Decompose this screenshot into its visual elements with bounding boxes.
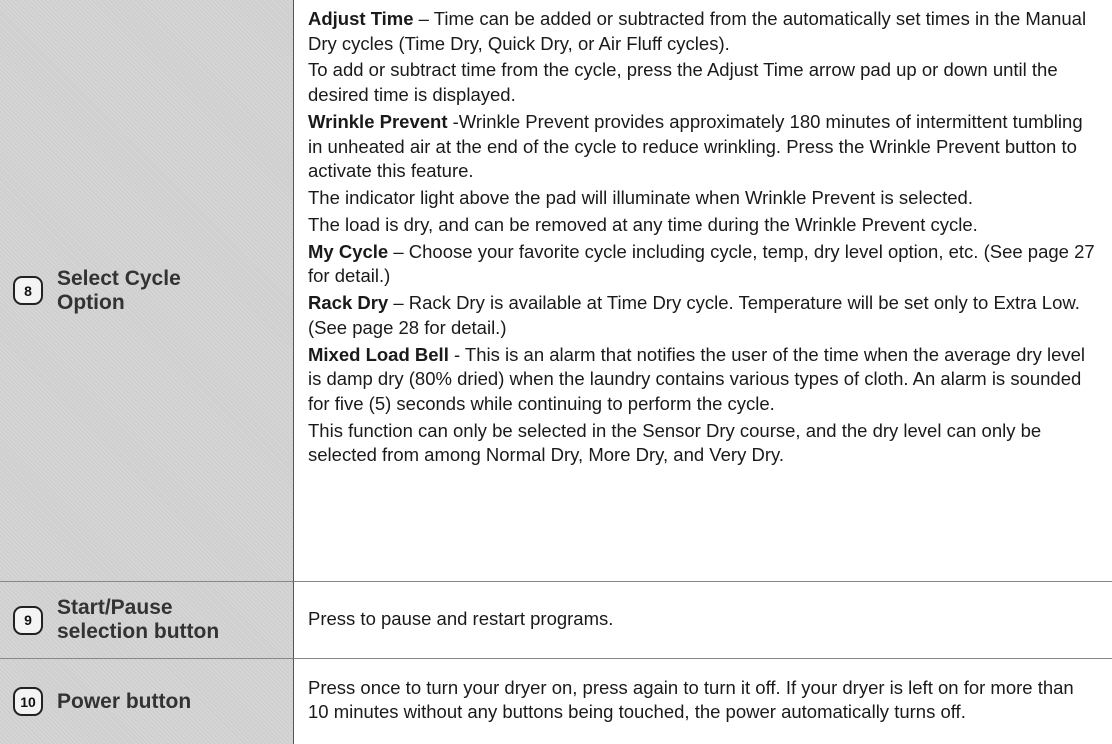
paragraph-text: Press once to turn your dryer on, press …	[308, 676, 1074, 723]
paragraph-text: – Choose your favorite cycle including c…	[308, 240, 1095, 287]
paragraph: The indicator light above the pad will i…	[308, 186, 1098, 211]
paragraph: Press to pause and restart programs.	[308, 607, 1098, 632]
paragraph-text: The indicator light above the pad will i…	[308, 187, 973, 209]
label-line: Power button	[57, 689, 192, 713]
paragraph: Press once to turn your dryer on, press …	[308, 676, 1098, 725]
label-line: selection button	[57, 620, 220, 643]
row-label-select-cycle-option: 8 Select Cycle Option	[0, 0, 294, 582]
paragraph-text: The load is dry, and can be removed at a…	[308, 213, 978, 235]
label-line: Option	[57, 290, 125, 314]
paragraph-text: This function can only be selected in th…	[308, 419, 1042, 466]
row-description-start-pause: Press to pause and restart programs.	[294, 582, 1112, 659]
paragraph: To add or subtract time from the cycle, …	[308, 58, 1098, 107]
paragraph: My Cycle – Choose your favorite cycle in…	[308, 240, 1098, 289]
row-label-text: Select Cycle Option	[57, 267, 181, 315]
paragraph-text: – Time can be added or subtracted from t…	[308, 8, 1087, 54]
paragraph: Adjust Time – Time can be added or subtr…	[308, 7, 1098, 56]
paragraph: The load is dry, and can be removed at a…	[308, 213, 1098, 238]
paragraph: Mixed Load Bell - This is an alarm that …	[308, 343, 1098, 417]
term: Adjust Time	[308, 8, 414, 29]
paragraph-text: To add or subtract time from the cycle, …	[308, 59, 1058, 106]
number-badge: 9	[13, 605, 43, 635]
term: My Cycle	[308, 240, 389, 262]
paragraph: This function can only be selected in th…	[308, 419, 1098, 468]
term: Rack Dry	[308, 292, 389, 314]
label-line: Start/Pause	[57, 596, 173, 619]
label-line: Select Cycle	[57, 266, 181, 290]
paragraph-text: – Rack Dry is available at Time Dry cycl…	[308, 292, 1080, 338]
paragraph-text: Press to pause and restart programs.	[308, 607, 614, 629]
row-label-text: Power button	[57, 690, 191, 714]
row-label-start-pause: 9 Start/Pause selection button	[0, 582, 294, 659]
row-description-power-button: Press once to turn your dryer on, press …	[294, 659, 1112, 744]
number-badge: 10	[13, 687, 43, 716]
row-description-select-cycle-option: Adjust Time – Time can be added or subtr…	[294, 0, 1112, 582]
row-label-text: Start/Pause selection button	[57, 596, 219, 644]
paragraph: Wrinkle Prevent -Wrinkle Prevent provide…	[308, 110, 1098, 184]
paragraph: Rack Dry – Rack Dry is available at Time…	[308, 291, 1098, 340]
term: Mixed Load Bell	[308, 343, 449, 365]
controls-table: 8 Select Cycle Option Adjust Time – Time…	[0, 0, 1112, 744]
row-label-power-button: 10 Power button	[0, 659, 294, 744]
number-badge: 8	[13, 276, 43, 305]
term: Wrinkle Prevent	[308, 110, 448, 132]
